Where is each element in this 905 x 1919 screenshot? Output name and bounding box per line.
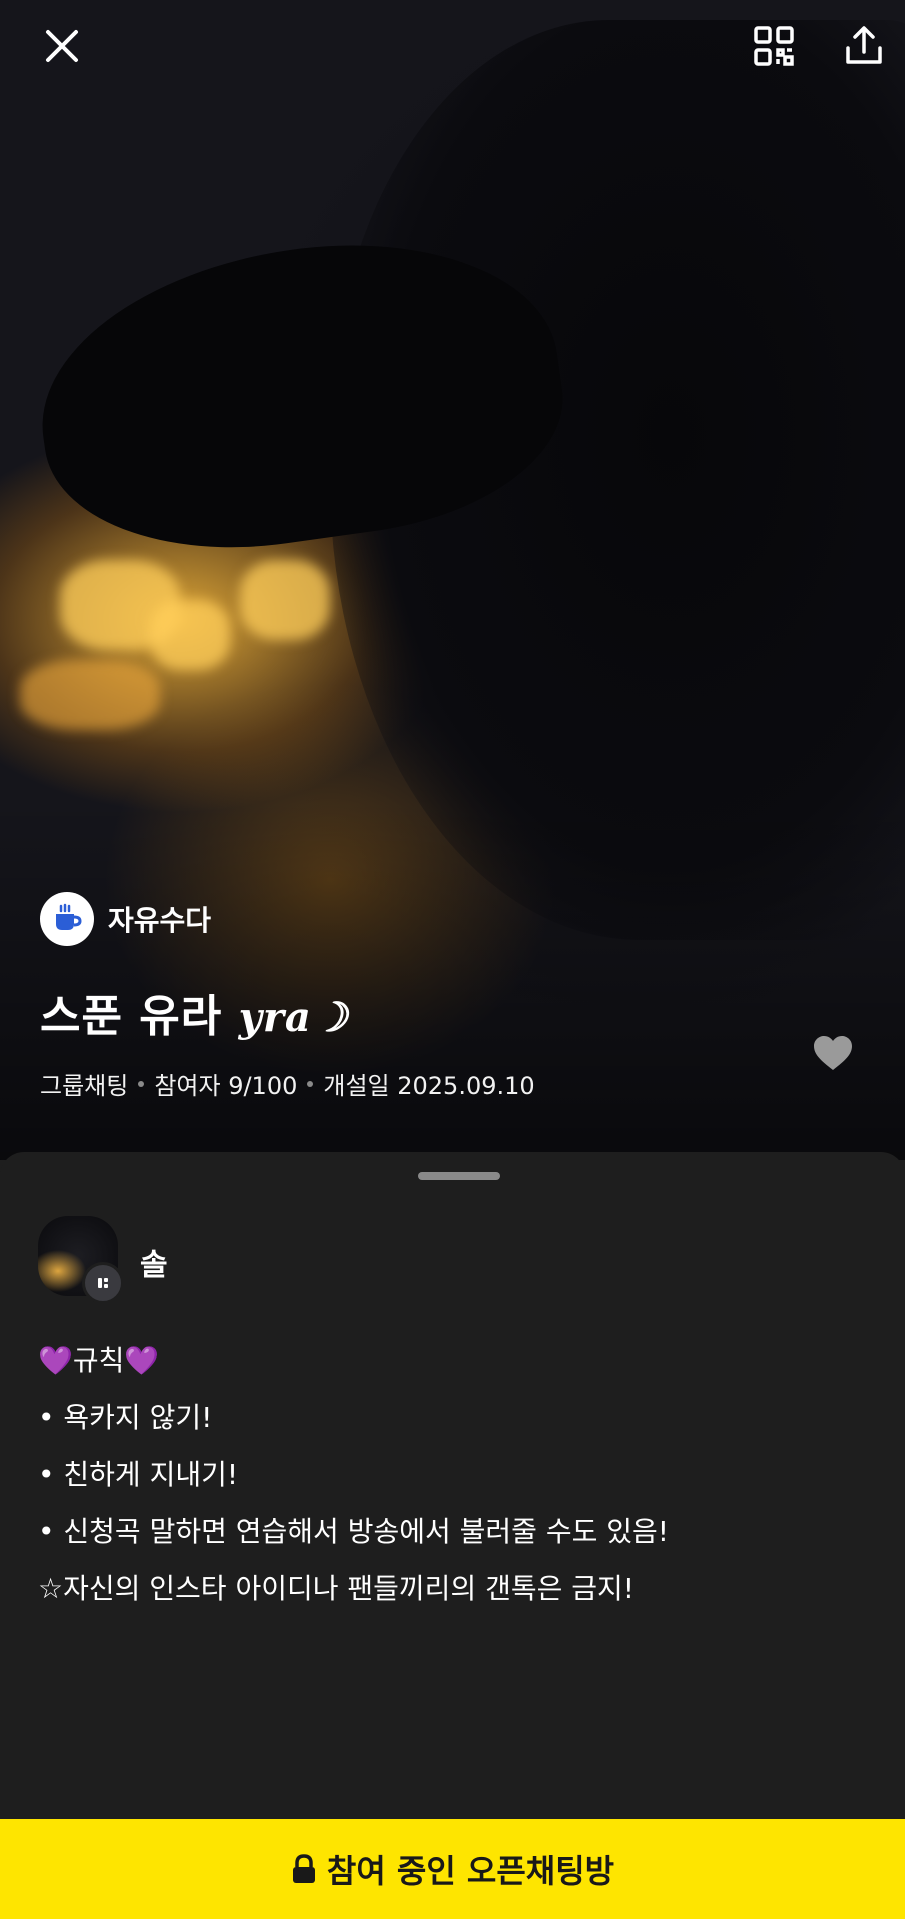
category-tag[interactable]: 자유수다 [40,892,211,946]
share-icon[interactable] [842,24,886,68]
host-badge-icon [82,1262,124,1304]
separator-dot [307,1080,314,1087]
description-line: • 신청곡 말하면 연습해서 방송에서 불러줄 수도 있음! [38,1515,670,1548]
room-title: 스푼 유라 yra☽ [40,980,349,1044]
sheet-handle[interactable] [418,1172,500,1180]
room-meta: 그룹채팅 참여자 9/100 개설일 2025.09.10 [40,1066,535,1101]
description-line: • 욕카지 않기! [38,1401,213,1434]
coffee-cup-icon [40,892,94,946]
join-button-label: 참여 중인 오픈채팅방 [326,1852,615,1890]
room-title-script: yra☽ [238,994,349,1041]
category-label: 자유수다 [108,904,212,937]
room-type: 그룹채팅 [40,1072,129,1100]
room-description: 💜규칙💜 • 욕카지 않기! • 친하게 지내기! • 신청곡 말하면 연습해서… [38,1332,669,1617]
separator-dot [138,1080,145,1087]
lock-icon [292,1854,315,1883]
join-button[interactable]: 참여 중인 오픈채팅방 [0,1819,905,1919]
description-line: ☆자신의 인스타 아이디나 팬들끼리의 갠톡은 금지! [38,1572,635,1605]
description-line: 💜규칙💜 [38,1344,160,1377]
room-title-text: 스푼 유라 [40,991,223,1042]
qr-code-icon[interactable] [752,24,796,68]
description-line: • 친하게 지내기! [38,1458,239,1491]
owner-name: 솔 [140,1248,168,1283]
participant-count: 참여자 9/100 [154,1072,298,1100]
created-date: 개설일 2025.09.10 [323,1072,535,1100]
heart-icon[interactable] [812,1034,854,1072]
close-icon[interactable] [40,24,84,68]
info-sheet: 솔 💜규칙💜 • 욕카지 않기! • 친하게 지내기! • 신청곡 말하면 연습… [0,1152,905,1819]
